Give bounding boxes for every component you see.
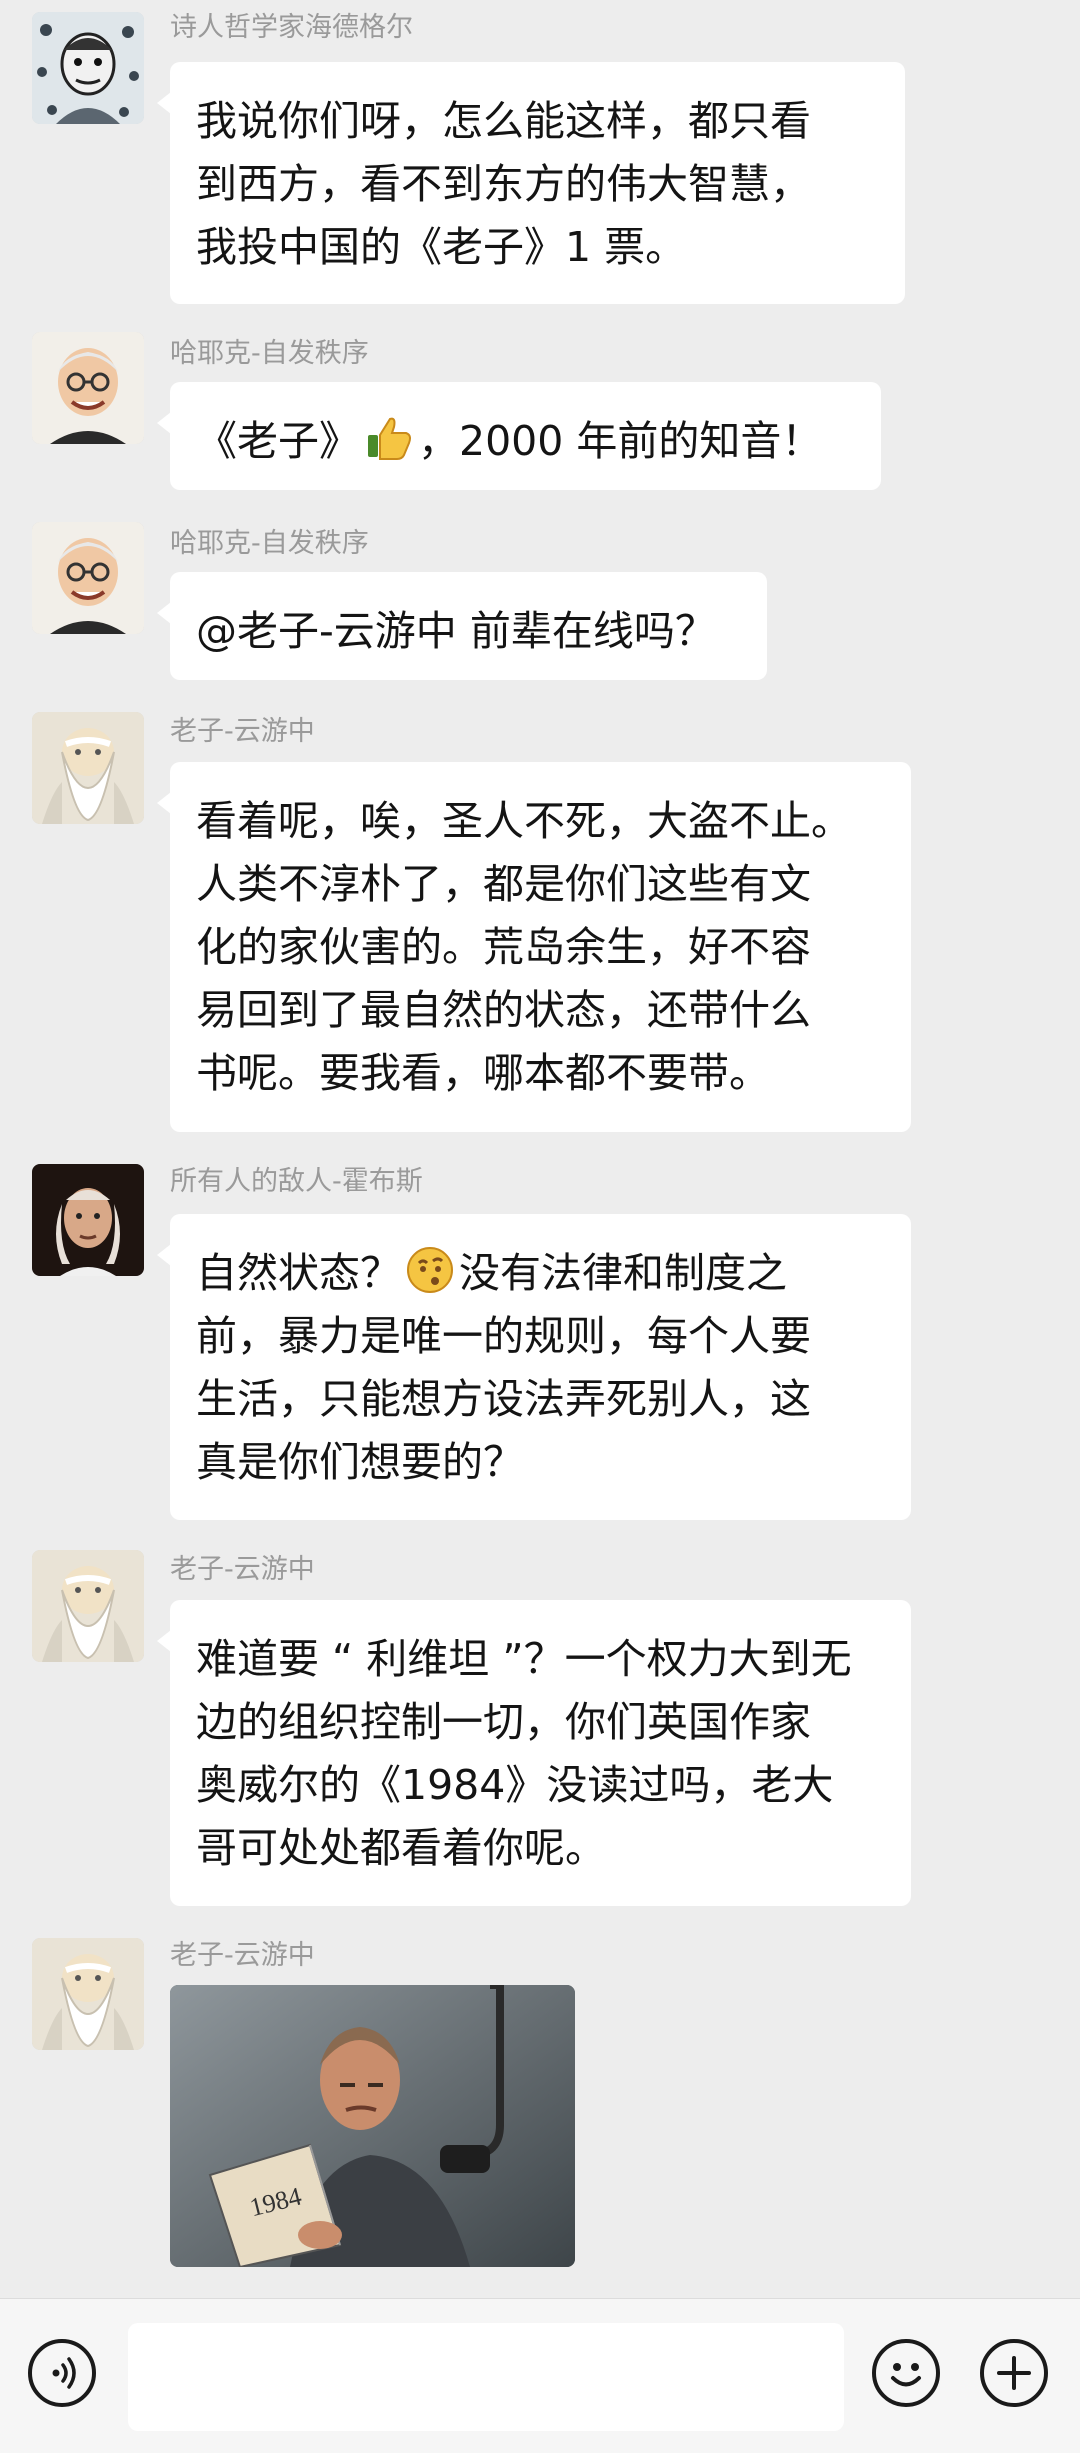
hayek-avatar[interactable] <box>32 332 144 444</box>
sender-name: 诗人哲学家海德格尔 <box>170 12 413 43</box>
message-bubble[interactable]: 难道要 “ 利维坦 ”？一个权力大到无 边的组织控制一切，你们英国作家 奥威尔的… <box>157 1600 911 1906</box>
chat-message-list[interactable]: 诗人哲学家海德格尔 我说你们呀，怎么能这样，都只看 到西方，看不到东方的伟大智慧… <box>0 0 1080 2298</box>
message-bubble[interactable]: 自然状态？ 没有法律和制度之 前，暴力是唯一的规则，每个人要 生活，只能想方设法… <box>157 1214 911 1520</box>
message-input[interactable] <box>128 2323 844 2431</box>
emoji-icon[interactable] <box>872 2339 940 2407</box>
laozi-avatar[interactable] <box>32 712 144 824</box>
voice-input-icon[interactable] <box>28 2339 96 2407</box>
sender-name: 哈耶克-自发秩序 <box>170 528 369 559</box>
puzzled-face-emoji <box>407 1247 453 1293</box>
laozi-avatar[interactable] <box>32 1550 144 1662</box>
sender-name: 老子-云游中 <box>170 1940 315 1971</box>
sender-name: 哈耶克-自发秩序 <box>170 338 369 369</box>
heidegger-avatar[interactable] <box>32 12 144 124</box>
man-reading-1984-photo[interactable]: 1984 <box>170 1985 575 2267</box>
message-bubble[interactable]: @老子-云游中 前辈在线吗？ <box>157 572 767 680</box>
message-bubble[interactable]: 我说你们呀，怎么能这样，都只看 到西方，看不到东方的伟大智慧， 我投中国的《老子… <box>157 62 905 304</box>
sender-name: 老子-云游中 <box>170 716 315 747</box>
chat-input-bar <box>0 2298 1080 2453</box>
laozi-avatar[interactable] <box>32 1938 144 2050</box>
message-bubble[interactable]: 《老子》 ，2000 年前的知音！ <box>157 382 881 490</box>
sender-name: 老子-云游中 <box>170 1554 315 1585</box>
hobbes-avatar[interactable] <box>32 1164 144 1276</box>
message-text: 《老子》 <box>196 417 360 465</box>
message-bubble[interactable]: 看着呢，唉，圣人不死，大盗不止。 人类不淳朴了，都是你们这些有文 化的家伙害的。… <box>157 762 911 1132</box>
message-text: ，2000 年前的知音！ <box>418 417 823 465</box>
hayek-avatar[interactable] <box>32 522 144 634</box>
sender-name: 所有人的敌人-霍布斯 <box>170 1166 423 1197</box>
thumbs-up-emoji <box>368 417 411 460</box>
add-more-icon[interactable] <box>980 2339 1048 2407</box>
message-text: 自然状态？ <box>196 1249 401 1297</box>
